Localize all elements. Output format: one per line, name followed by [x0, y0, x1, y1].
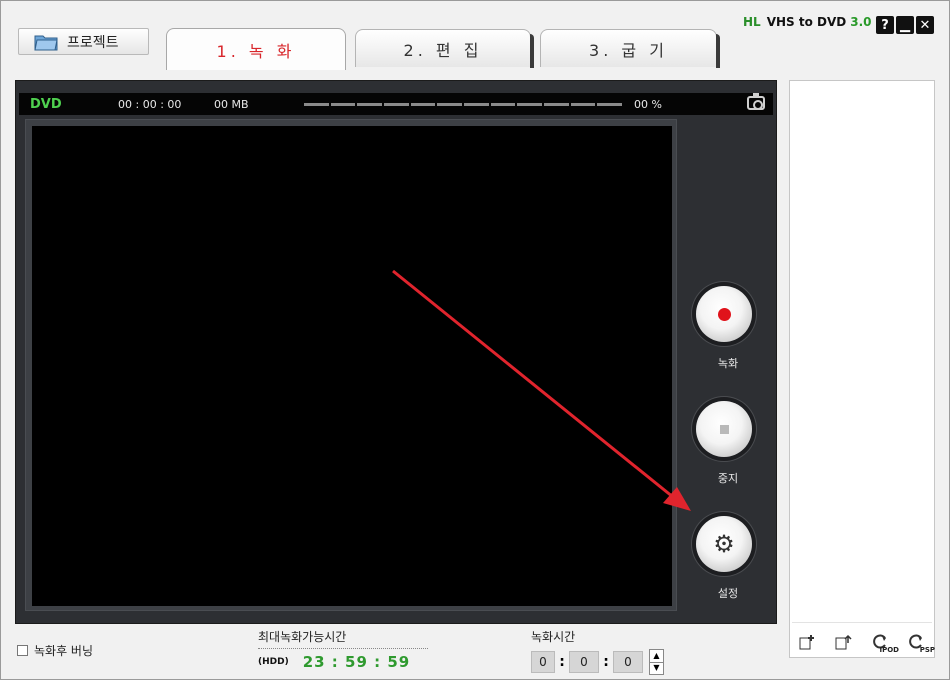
progress-segment [304, 102, 329, 106]
drive-label: (HDD) [258, 657, 289, 667]
progress-segment [570, 102, 596, 106]
tab-edge [530, 34, 534, 68]
file-size: 00 MB [214, 97, 249, 111]
time-separator: : [603, 654, 609, 670]
max-time-value: 23 : 59 : 59 [302, 653, 411, 671]
project-button-label: 프로젝트 [67, 34, 119, 51]
step-up-icon[interactable]: ▲ [650, 650, 663, 663]
brand-logo-icon: ᕼL [743, 15, 761, 29]
record-time: 녹화시간 0 : 0 : 0 ▲ ▼ [531, 628, 664, 675]
tab-edge [716, 34, 720, 68]
folder-icon [33, 32, 59, 52]
format-label: DVD [30, 96, 62, 112]
video-frame [25, 119, 677, 611]
progress-segment [437, 102, 463, 106]
stop-icon [719, 424, 729, 434]
burn-after-label: 녹화후 버닝 [34, 644, 94, 658]
project-button[interactable]: 프로젝트 [18, 28, 149, 55]
elapsed-time: 00 : 00 : 00 [118, 97, 182, 111]
control-column: 녹화 중지 ⚙ 설정 [684, 119, 772, 619]
progress-segment [410, 102, 436, 106]
record-time-label: 녹화시간 [531, 630, 576, 644]
status-bar: DVD 00 : 00 : 00 00 MB 00 % [19, 93, 773, 115]
progress-segment [330, 102, 356, 106]
time-separator: : [559, 654, 565, 670]
video-preview [32, 126, 672, 606]
tab-edit-label: 2. 편 집 [403, 40, 483, 60]
progress-segment [384, 102, 409, 106]
progress-segment [464, 102, 489, 106]
brand-name: VHS to DVD [766, 15, 847, 29]
recording-panel: DVD 00 : 00 : 00 00 MB 00 % 녹화 중지 ⚙ 설정 [15, 80, 777, 624]
max-record-time: 최대녹화가능시간 (HDD) 23 : 59 : 59 [258, 628, 428, 671]
progress-segment [490, 102, 516, 106]
progress-segment [597, 102, 623, 106]
convert-psp-icon[interactable]: PSP [903, 631, 935, 654]
record-hours-input[interactable]: 0 [531, 651, 555, 673]
gear-icon: ⚙ [713, 530, 735, 558]
clip-list[interactable] [792, 83, 932, 623]
export-clip-icon[interactable] [831, 631, 857, 653]
stop-label: 중지 [717, 472, 739, 485]
step-down-icon[interactable]: ▼ [650, 663, 663, 675]
convert-ipod-icon[interactable]: IPOD [867, 631, 899, 654]
tab-edit[interactable]: 2. 편 집 [355, 29, 534, 68]
settings-label: 설정 [717, 587, 739, 600]
help-button[interactable]: ? [876, 16, 894, 34]
record-icon [717, 307, 731, 321]
psp-badge: PSP [919, 646, 935, 654]
settings-button[interactable]: ⚙ [696, 516, 752, 572]
time-stepper[interactable]: ▲ ▼ [649, 649, 664, 675]
record-minutes-input[interactable]: 0 [569, 651, 599, 673]
clip-toolbar: IPOD PSP [790, 629, 935, 655]
ipod-badge: IPOD [879, 646, 900, 654]
burn-after-option[interactable]: 녹화후 버닝 [17, 642, 93, 659]
window-controls: ? ▁ ✕ [876, 16, 934, 34]
stop-button[interactable] [696, 401, 752, 457]
progress-bar [304, 102, 623, 106]
add-clip-icon[interactable] [795, 631, 821, 653]
minimize-button[interactable]: ▁ [896, 16, 914, 34]
record-label: 녹화 [717, 357, 739, 370]
max-time-label: 최대녹화가능시간 [258, 628, 428, 649]
camera-icon[interactable] [747, 93, 765, 110]
progress-segment [517, 102, 543, 106]
tab-burn[interactable]: 3. 굽 기 [540, 29, 720, 68]
tab-record[interactable]: 1. 녹 화 [166, 28, 346, 70]
app-window: 프로젝트 1. 녹 화 2. 편 집 3. 굽 기 ᕼL VHS to DVD … [0, 0, 950, 680]
progress-segment [357, 102, 383, 106]
clip-list-panel: IPOD PSP [789, 80, 935, 658]
progress-percent: 00 % [634, 97, 662, 111]
record-button[interactable] [696, 286, 752, 342]
tab-record-label: 1. 녹 화 [216, 41, 296, 61]
close-button[interactable]: ✕ [916, 16, 934, 34]
tab-burn-label: 3. 굽 기 [589, 40, 668, 60]
record-seconds-input[interactable]: 0 [613, 651, 643, 673]
app-brand: ᕼL VHS to DVD 3.0 [743, 15, 872, 29]
progress-segment [544, 102, 569, 106]
brand-version: 3.0 [850, 15, 872, 29]
burn-after-checkbox[interactable] [17, 645, 28, 656]
